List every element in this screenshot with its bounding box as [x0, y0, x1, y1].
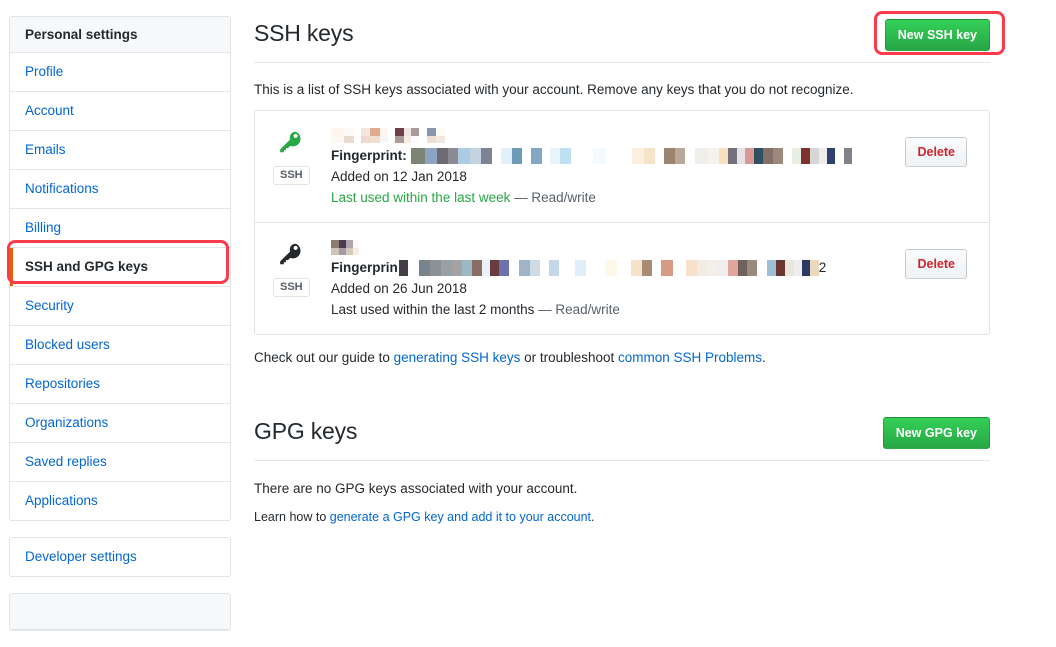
gpg-section-divider [254, 460, 990, 461]
third-nav-box-header [10, 594, 230, 630]
key-icon-dark [277, 241, 331, 272]
redaction-mosaic-fingerprint [411, 148, 852, 164]
ssh-key-fingerprint-line: Fingerprin 2 [331, 258, 905, 278]
key-icon-green [277, 129, 331, 160]
new-gpg-key-button[interactable]: New GPG key [883, 417, 990, 449]
ssh-key-title-redacted [331, 239, 905, 256]
sidebar-item-organizations[interactable]: Organizations [10, 404, 230, 443]
ssh-key-icon-column: SSH [273, 237, 331, 297]
gpg-empty-message: There are no GPG keys associated with yo… [254, 479, 990, 499]
fingerprint-label: Fingerprin [331, 258, 398, 278]
ssh-key-icon-column: SSH [273, 125, 331, 185]
learn-suffix: . [591, 510, 594, 524]
common-ssh-problems-link[interactable]: common SSH Problems [618, 350, 762, 365]
sidebar-item-notifications[interactable]: Notifications [10, 170, 230, 209]
sidebar-item-label: Emails [25, 142, 66, 157]
sidebar-item-label: Applications [25, 493, 98, 508]
ssh-keys-section: SSH keys New SSH key This is a list of S… [254, 16, 990, 368]
page-title: SSH keys [254, 16, 990, 50]
ssh-keys-list: SSH Fingerprint: Added on 12 Jan 2018 [254, 110, 990, 335]
guide-suffix: . [762, 350, 766, 365]
ssh-key-row: SSH Fingerprint: Added on 12 Jan 2018 [255, 111, 989, 223]
third-nav-box-partial [9, 593, 231, 631]
ssh-key-last-used-line: Last used within the last 2 months — Rea… [331, 300, 905, 320]
personal-settings-nav-box: Personal settings Profile Account Emails… [9, 16, 231, 521]
sidebar-item-account[interactable]: Account [10, 92, 230, 131]
gpg-section-title: GPG keys [254, 414, 990, 448]
ssh-key-type-badge: SSH [273, 166, 310, 185]
ssh-key-type-badge: SSH [273, 278, 310, 297]
ssh-key-title-redacted [331, 127, 905, 144]
sidebar-item-applications[interactable]: Applications [10, 482, 230, 520]
generating-ssh-keys-link[interactable]: generating SSH keys [394, 350, 521, 365]
redaction-mosaic-title [331, 240, 359, 255]
guide-prefix: Check out our guide to [254, 350, 394, 365]
sidebar-item-profile[interactable]: Profile [10, 53, 230, 92]
sidebar-item-billing[interactable]: Billing [10, 209, 230, 248]
guide-middle: or troubleshoot [520, 350, 618, 365]
ssh-key-added-date: Added on 12 Jan 2018 [331, 167, 905, 187]
redaction-mosaic-title [331, 128, 445, 143]
delete-button[interactable]: Delete [905, 137, 967, 167]
delete-button[interactable]: Delete [905, 249, 967, 279]
gpg-keys-section: GPG keys New GPG key There are no GPG ke… [254, 414, 990, 527]
sidebar-item-repositories[interactable]: Repositories [10, 365, 230, 404]
gpg-learn-text: Learn how to generate a GPG key and add … [254, 507, 990, 527]
sidebar-item-label: Saved replies [25, 454, 107, 469]
fingerprint-suffix: 2 [819, 258, 827, 278]
sidebar-item-label: Billing [25, 220, 61, 235]
sidebar-item-label: Security [25, 298, 74, 313]
ssh-key-added-date: Added on 26 Jun 2018 [331, 279, 905, 299]
learn-prefix: Learn how to [254, 510, 330, 524]
sidebar-item-security[interactable]: Security [10, 287, 230, 326]
ssh-key-last-used-line: Last used within the last week — Read/wr… [331, 188, 905, 208]
sidebar-item-emails[interactable]: Emails [10, 131, 230, 170]
sidebar-item-label: Repositories [25, 376, 100, 391]
ssh-guide-text: Check out our guide to generating SSH ke… [254, 348, 990, 368]
sidebar-item-label: Blocked users [25, 337, 110, 352]
ssh-key-last-used: Last used within the last 2 months [331, 302, 534, 317]
sidebar-item-label: Account [25, 103, 74, 118]
generate-gpg-key-link[interactable]: generate a GPG key and add it to your ac… [330, 510, 591, 524]
ssh-section-divider [254, 62, 990, 63]
ssh-key-actions: Delete [905, 125, 973, 167]
sidebar-item-developer-settings[interactable]: Developer settings [10, 538, 230, 576]
ssh-key-fingerprint-line: Fingerprint: [331, 146, 905, 166]
sidebar-item-label: Organizations [25, 415, 108, 430]
sidebar-header: Personal settings [10, 17, 230, 53]
ssh-key-last-used: Last used within the last week [331, 190, 510, 205]
sidebar-item-label: SSH and GPG keys [25, 259, 148, 274]
ssh-key-row: SSH Fingerprin 2 Added on 26 Jun 2018 [255, 223, 989, 334]
sidebar-item-label: Developer settings [25, 549, 137, 564]
settings-page: Personal settings Profile Account Emails… [0, 0, 1056, 592]
sidebar-item-blocked-users[interactable]: Blocked users [10, 326, 230, 365]
gpg-section-header: GPG keys New GPG key [254, 414, 990, 454]
ssh-key-info: Fingerprin 2 Added on 26 Jun 2018 Last u… [331, 237, 905, 320]
ssh-section-header: SSH keys New SSH key [254, 16, 990, 56]
main-content: SSH keys New SSH key This is a list of S… [254, 16, 990, 527]
ssh-key-access-level: — Read/write [514, 190, 596, 205]
ssh-section-description: This is a list of SSH keys associated wi… [254, 80, 990, 100]
fingerprint-label: Fingerprint: [331, 146, 407, 166]
sidebar-item-label: Profile [25, 64, 63, 79]
sidebar-item-saved-replies[interactable]: Saved replies [10, 443, 230, 482]
ssh-key-access-level: — Read/write [538, 302, 620, 317]
ssh-key-actions: Delete [905, 237, 973, 279]
developer-settings-nav-box: Developer settings [9, 537, 231, 577]
ssh-key-info: Fingerprint: Added on 12 Jan 2018 Last u… [331, 125, 905, 208]
sidebar-item-ssh-and-gpg-keys[interactable]: SSH and GPG keys [10, 248, 230, 287]
sidebar-item-label: Notifications [25, 181, 99, 196]
new-ssh-key-button[interactable]: New SSH key [885, 19, 990, 51]
settings-sidebar: Personal settings Profile Account Emails… [9, 16, 231, 647]
redaction-mosaic-fingerprint [399, 260, 819, 276]
